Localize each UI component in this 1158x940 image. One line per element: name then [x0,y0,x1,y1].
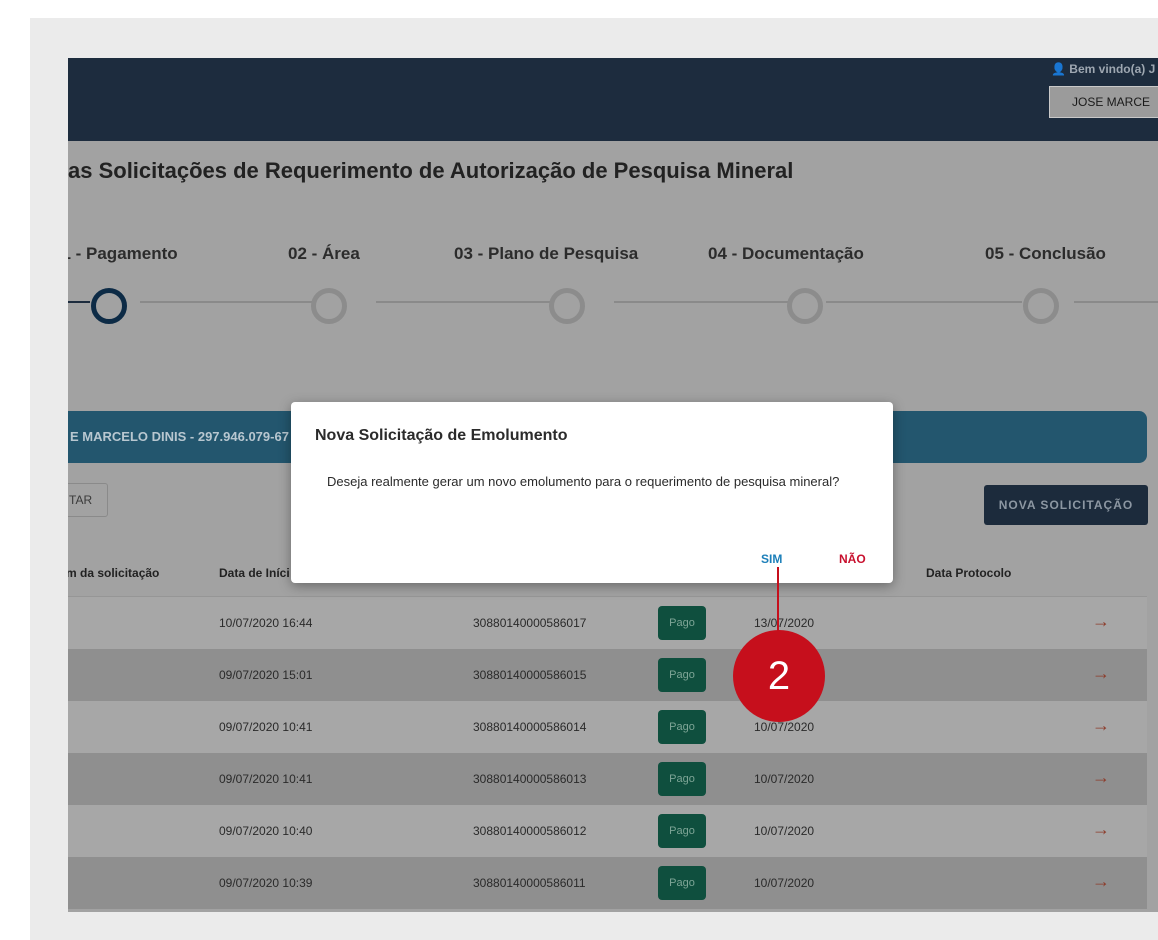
step-circle-conclusao[interactable] [1023,288,1059,324]
new-request-button[interactable]: NOVA SOLICITAÇÃO [984,485,1148,525]
filter-button-label: TAR [69,493,93,507]
step-circle-pagamento[interactable] [91,288,127,324]
step-circle-plano[interactable] [549,288,585,324]
page-title: as Solicitações de Requerimento de Autor… [68,158,794,183]
table-row[interactable]: 09/07/2020 10:39 30880140000586011 Pago 10/… [68,857,1147,909]
arrow-right-icon[interactable]: → [1092,871,1110,892]
request-number-cell: 30880140000586012 [473,824,587,838]
applicant-name: E MARCELO DINIS - 297.946.079-67 [70,429,289,444]
step-label-pagamento[interactable]: 01 - Pagamento [68,244,178,264]
payment-date-cell: 13/07/2020 [754,616,815,630]
column-header-data-inicio: Data de Iníci [219,566,290,580]
table-row[interactable]: 09/07/2020 10:41 30880140000586014 Pago 10/… [68,701,1147,753]
request-number-cell: 30880140000586013 [473,772,587,786]
welcome-text: 👤 Bem vindo(a) J [1051,62,1155,76]
status-badge: Pago [658,658,706,692]
request-number-cell: 30880140000586017 [473,616,587,630]
requests-table: m da solicitação Data de Iníci Data Prot… [68,550,1147,909]
start-date-cell: 09/07/2020 15:01 [219,668,313,682]
payment-date-cell: 10/07/2020 [754,772,815,786]
step-circle-documentacao[interactable] [787,288,823,324]
payment-date-cell: 10/07/2020 [754,824,815,838]
step-label-conclusao[interactable]: 05 - Conclusão [985,244,1106,264]
arrow-right-icon[interactable]: → [1092,663,1110,684]
confirm-no-button[interactable]: NÃO [839,552,866,566]
arrow-right-icon[interactable]: → [1092,767,1110,788]
step-label-documentacao[interactable]: 04 - Documentação [708,244,864,264]
user-icon: 👤 [1051,62,1066,76]
step-label-area[interactable]: 02 - Área [288,244,360,264]
table-body: 10/07/2020 16:44 30880140000586017 Pago 13/… [68,597,1147,909]
table-row[interactable]: 09/07/2020 10:41 30880140000586013 Pago 10/… [68,753,1147,805]
request-number-cell: 30880140000586014 [473,720,587,734]
step-connector [614,301,790,303]
step-connector [376,301,550,303]
status-badge: Pago [658,606,706,640]
start-date-cell: 09/07/2020 10:41 [219,720,313,734]
arrow-right-icon[interactable]: → [1092,611,1110,632]
request-number-cell: 30880140000586015 [473,668,587,682]
step-connector [140,301,312,303]
status-badge: Pago [658,814,706,848]
column-header-solicitacao: m da solicitação [68,566,160,580]
start-date-cell: 09/07/2020 10:40 [219,824,313,838]
status-badge: Pago [658,710,706,744]
start-date-cell: 10/07/2020 16:44 [219,616,313,630]
status-badge: Pago [658,866,706,900]
step-label-plano[interactable]: 03 - Plano de Pesquisa [454,244,638,264]
table-row[interactable]: 09/07/2020 15:01 30880140000586015 Pago → [68,649,1147,701]
dialog-message: Deseja realmente gerar um novo emolument… [327,474,840,489]
status-badge: Pago [658,762,706,796]
confirm-yes-button[interactable]: SIM [761,552,782,566]
welcome-label: Bem vindo(a) J [1069,62,1156,76]
payment-date-cell: 10/07/2020 [754,876,815,890]
confirm-dialog: Nova Solicitação de Emolumento Deseja re… [291,402,893,583]
column-header-data-protocolo: Data Protocolo [926,566,1012,580]
start-date-cell: 09/07/2020 10:39 [219,876,313,890]
arrow-right-icon[interactable]: → [1092,715,1110,736]
user-menu-button[interactable]: JOSE MARCE [1049,86,1158,118]
dialog-title: Nova Solicitação de Emolumento [315,427,568,444]
table-row[interactable]: 09/07/2020 10:40 30880140000586012 Pago 10/… [68,805,1147,857]
payment-date-cell: 10/07/2020 [754,720,815,734]
step-circle-area[interactable] [311,288,347,324]
top-navbar: 👤 Bem vindo(a) J JOSE MARCE [68,58,1158,141]
step-connector [826,301,1022,303]
start-date-cell: 09/07/2020 10:41 [219,772,313,786]
callout-pointer-line [777,567,779,634]
callout-step-badge: 2 [733,630,825,722]
step-connector [1074,301,1158,303]
table-row[interactable]: 10/07/2020 16:44 30880140000586017 Pago 13/… [68,597,1147,649]
arrow-right-icon[interactable]: → [1092,819,1110,840]
filter-button[interactable]: TAR [68,483,108,517]
step-connector [68,301,90,303]
request-number-cell: 30880140000586011 [473,876,586,890]
